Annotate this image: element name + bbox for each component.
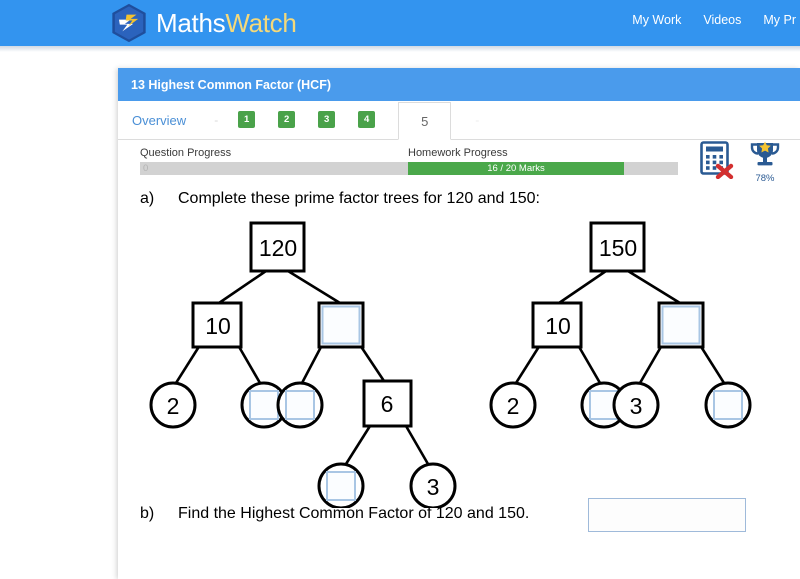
tab-question-2[interactable]: 2 (278, 111, 296, 128)
node-150-leaf-2: 2 (489, 381, 537, 429)
part-b-text: Find the Highest Common Factor of 120 an… (178, 505, 530, 522)
node-150-left-10: 10 (531, 301, 583, 349)
card-title-bar: 13 Highest Common Factor (HCF) (118, 68, 800, 101)
logo-text-watch: Watch (225, 7, 297, 38)
question-progress-label: Question Progress (140, 147, 232, 159)
trophy-percent-label: 78% (755, 173, 775, 184)
question-card: 13 Highest Common Factor (HCF) Overview … (118, 68, 800, 579)
node-value: 2 (167, 393, 180, 419)
trophy-icon (750, 141, 780, 166)
tab-question-5-active[interactable]: 5 (398, 102, 452, 140)
node-150-leaf-input-circle-2[interactable] (704, 381, 752, 429)
node-value: 120 (259, 235, 297, 261)
hcf-answer-input[interactable] (588, 498, 746, 532)
node-120-left-10: 10 (191, 301, 243, 349)
node-value: 2 (507, 393, 520, 419)
node-120-leaf-input-circle-3[interactable] (317, 462, 365, 508)
prime-factor-trees: 120 10 2 6 3 150 10 2 3 (149, 221, 752, 508)
homework-progress-value: 16 / 20 Marks (487, 163, 545, 174)
node-value: 3 (630, 393, 643, 419)
homework-progress: Homework Progress 16 / 20 Marks (408, 147, 678, 175)
nav-item-videos[interactable]: Videos (703, 13, 741, 27)
progress-row: Question Progress 0 Homework Progress 16… (118, 140, 800, 188)
question-progress-track: 0 (140, 162, 410, 175)
tree-120-connectors (174, 269, 430, 465)
node-150-leaf-3: 3 (612, 381, 660, 429)
question-part-a: a) Complete these prime factor trees for… (140, 190, 540, 208)
tab-question-1[interactable]: 1 (238, 111, 256, 128)
node-120-leaf-2: 2 (149, 381, 197, 429)
mathswatch-bolt-logo-icon (112, 3, 146, 43)
tab-separator: - (214, 113, 219, 127)
part-b-label: b) (140, 505, 155, 522)
top-navigation-bar: MathsWatch My Work Videos My Pr (0, 0, 800, 46)
node-value: 6 (381, 391, 394, 417)
node-value: 10 (545, 313, 571, 339)
node-150-root: 150 (589, 221, 646, 273)
nav-item-my-work[interactable]: My Work (632, 13, 681, 27)
part-a-text: Complete these prime factor trees for 12… (178, 190, 540, 207)
header-shadow (0, 46, 800, 52)
prime-factor-tree-150: 150 10 2 3 (489, 221, 752, 429)
homework-progress-track: 16 / 20 Marks (408, 162, 678, 175)
node-120-root: 120 (249, 221, 306, 273)
question-tabbar: Overview - 1 2 3 4 5 - (118, 101, 800, 140)
node-120-right-input-square[interactable] (317, 301, 365, 349)
tab-question-3[interactable]: 3 (318, 111, 336, 128)
page-title: 13 Highest Common Factor (HCF) (131, 77, 332, 92)
node-value: 10 (205, 313, 231, 339)
node-120-leaf-3: 3 (409, 462, 457, 508)
homework-progress-fill: 16 / 20 Marks (408, 162, 624, 175)
node-value: 150 (599, 235, 637, 261)
question-progress: Question Progress 0 (140, 147, 410, 175)
status-icon-group: 78% (700, 141, 784, 184)
node-120-square-6: 6 (362, 379, 413, 428)
tab-trailing-separator: - (475, 113, 480, 127)
tab-overview[interactable]: Overview (132, 113, 196, 139)
question-progress-value: 0 (143, 163, 149, 174)
mathswatch-logo[interactable]: MathsWatch (110, 3, 297, 43)
red-cross-icon (715, 163, 734, 180)
tab-question-4[interactable]: 4 (358, 111, 376, 128)
nav-item-my-progress[interactable]: My Pr (763, 13, 796, 27)
node-value: 3 (427, 474, 440, 500)
node-120-leaf-input-circle-2[interactable] (276, 381, 324, 429)
calculator-not-allowed-icon (700, 141, 734, 180)
homework-progress-label: Homework Progress (408, 147, 508, 159)
node-150-right-input-square[interactable] (657, 301, 705, 349)
primary-nav: My Work Videos My Pr (632, 13, 800, 27)
logo-wordmark: MathsWatch (156, 8, 297, 39)
prime-factor-tree-120: 120 10 2 6 3 (149, 221, 457, 508)
trophy-score: 78% (746, 141, 784, 184)
logo-text-maths: Maths (156, 7, 226, 38)
part-a-label: a) (140, 190, 155, 207)
question-part-b: b) Find the Highest Common Factor of 120… (140, 505, 529, 523)
